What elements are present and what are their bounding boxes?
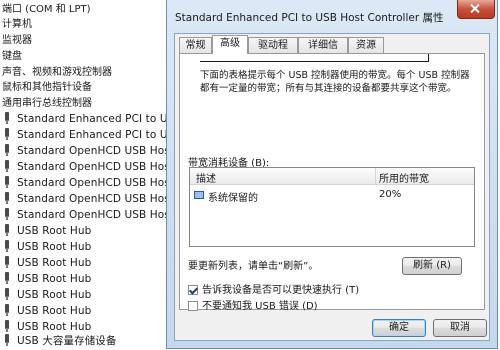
usb-device-icon bbox=[3, 304, 11, 316]
tree-usb-item[interactable]: USB Root Hub bbox=[3, 288, 91, 303]
table-row[interactable]: 系统保留的 20% bbox=[191, 188, 473, 204]
tab-driver[interactable]: 驱动程序 bbox=[248, 37, 298, 67]
usb-device-icon bbox=[3, 272, 11, 284]
tab-resources[interactable]: 资源 bbox=[348, 37, 384, 53]
tab-general[interactable]: 常规 bbox=[179, 37, 212, 53]
tree-usb-item[interactable]: USB Root Hub bbox=[3, 320, 91, 335]
usb-device-icon bbox=[3, 112, 11, 124]
ok-button[interactable]: 确定 bbox=[372, 319, 426, 337]
tree-category-ports[interactable]: 端口 (COM 和 LPT) bbox=[2, 2, 91, 17]
tree-usb-item[interactable]: USB Root Hub bbox=[3, 240, 91, 255]
tree-category-keyboards[interactable]: 键盘 bbox=[2, 49, 22, 64]
usb-device-icon bbox=[3, 256, 11, 268]
dialog-client: 常规 高级 驱动程序 详细信息 资源 下面的表格提示每个 USB 控制器使用的带… bbox=[174, 33, 490, 341]
callout-line bbox=[428, 54, 429, 62]
usb-errors-checkbox[interactable] bbox=[188, 301, 198, 311]
usb-device-icon bbox=[3, 288, 11, 300]
usb-device-icon bbox=[3, 192, 11, 204]
tree-usb-item[interactable]: USB Root Hub bbox=[3, 224, 91, 239]
bandwidth-table[interactable]: 描述 所用的带宽 系统保留的 20% bbox=[189, 167, 475, 247]
tree-usb-item[interactable]: USB 大容量存储设备 bbox=[3, 334, 117, 349]
tree-category-computer[interactable]: 计算机 bbox=[2, 17, 32, 32]
table-header: 描述 所用的带宽 bbox=[190, 168, 474, 185]
column-header-bandwidth[interactable]: 所用的带宽 bbox=[379, 170, 429, 185]
usb-device-icon bbox=[3, 334, 11, 346]
system-device-icon bbox=[194, 190, 204, 200]
bandwidth-description: 下面的表格提示每个 USB 控制器使用的带宽。每个 USB 控制器都有一定量的带… bbox=[200, 70, 470, 94]
tree-category-monitors[interactable]: 监视器 bbox=[2, 33, 32, 48]
tree-category-usb[interactable]: 通用串行总线控制器 bbox=[2, 96, 92, 111]
refresh-instruction: 要更新列表，请单击“刷新”。 bbox=[188, 261, 319, 272]
tree-usb-item[interactable]: USB Root Hub bbox=[3, 304, 91, 319]
properties-dialog: Standard Enhanced PCI to USB Host Contro… bbox=[166, 0, 498, 349]
tree-usb-item[interactable]: USB Root Hub bbox=[3, 272, 91, 287]
row-description: 系统保留的 bbox=[208, 193, 258, 204]
tree-usb-item[interactable]: USB Root Hub bbox=[3, 256, 91, 271]
dialog-title: Standard Enhanced PCI to USB Host Contro… bbox=[175, 12, 444, 24]
usb-device-icon bbox=[3, 320, 11, 332]
tree-category-sound[interactable]: 声音、视频和游戏控制器 bbox=[2, 65, 112, 80]
usb-errors-option-label[interactable]: 不要通知我 USB 错误 (D) bbox=[202, 301, 318, 312]
tree-category-mice[interactable]: 鼠标和其他指针设备 bbox=[2, 80, 92, 95]
close-button[interactable] bbox=[457, 0, 495, 19]
cancel-button[interactable]: 取消 bbox=[433, 319, 487, 337]
tab-details[interactable]: 详细信息 bbox=[298, 37, 348, 67]
usb-device-icon bbox=[3, 160, 11, 172]
column-divider[interactable] bbox=[375, 168, 376, 184]
option-performance[interactable]: 告诉我设备是否可以更快速执行 (T) bbox=[188, 281, 359, 296]
performance-checkbox[interactable] bbox=[188, 285, 198, 295]
advanced-tab-panel: 下面的表格提示每个 USB 控制器使用的带宽。每个 USB 控制器都有一定量的带… bbox=[179, 53, 485, 312]
usb-device-icon bbox=[3, 224, 11, 236]
device-tree: 端口 (COM 和 LPT) 计算机 监视器 键盘 声音、视频和游戏控制器 鼠标… bbox=[0, 0, 213, 350]
usb-device-icon bbox=[3, 240, 11, 252]
usb-device-icon bbox=[3, 128, 11, 140]
column-header-description[interactable]: 描述 bbox=[196, 170, 216, 185]
callout-line bbox=[200, 61, 428, 62]
usb-device-icon bbox=[3, 144, 11, 156]
performance-option-label[interactable]: 告诉我设备是否可以更快速执行 (T) bbox=[202, 285, 359, 296]
row-bandwidth: 20% bbox=[379, 189, 402, 200]
refresh-button[interactable]: 刷新 (R) bbox=[402, 257, 462, 275]
option-usb-errors[interactable]: 不要通知我 USB 错误 (D) bbox=[188, 297, 318, 312]
tab-advanced[interactable]: 高级 bbox=[212, 35, 248, 54]
title-bar[interactable]: Standard Enhanced PCI to USB Host Contro… bbox=[167, 0, 497, 30]
usb-device-icon bbox=[3, 208, 11, 220]
usb-device-icon bbox=[3, 176, 11, 188]
